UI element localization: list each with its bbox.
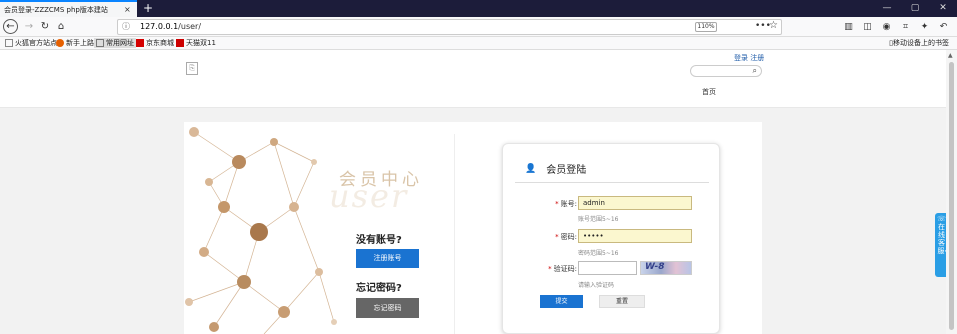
mobile-bookmarks[interactable]: ▯移动设备上的书签 bbox=[889, 38, 949, 48]
window-controls: — ▢ ✕ bbox=[873, 0, 957, 17]
browser-titlebar: 会员登录-ZZZCMS php版本建站 × + — ▢ ✕ bbox=[0, 0, 957, 17]
search-input[interactable]: ⌕ bbox=[690, 65, 762, 77]
forgot-heading: 忘记密码? bbox=[356, 283, 402, 294]
forward-icon[interactable]: → bbox=[21, 19, 37, 35]
minimize-button[interactable]: — bbox=[873, 0, 901, 17]
forgot-password-button[interactable]: 忘记密码 bbox=[356, 298, 419, 318]
folder-icon bbox=[5, 39, 13, 47]
login-title: 会员登陆 bbox=[546, 165, 587, 176]
browser-navbar: ← → ↻ ⌂ ⓘ 127.0.0.1/user/ 110% ••• ☆ ▥ ◫… bbox=[0, 17, 957, 37]
submit-button[interactable]: 提交 bbox=[540, 295, 583, 308]
bookmarks-bar: 火狐官方站点 新手上路 常用网址 京东商城 天猫双11 ▯移动设备上的书签 bbox=[0, 37, 957, 50]
page-scrollbar[interactable]: ▲ bbox=[946, 50, 957, 334]
service-icon: ☏ bbox=[937, 215, 946, 223]
account-hint: 账号范围5~16 bbox=[578, 216, 619, 223]
login-register-links[interactable]: 登录 注册 bbox=[734, 53, 764, 63]
sidebar-icon[interactable]: ◫ bbox=[861, 19, 874, 35]
home-icon[interactable]: ⌂ bbox=[53, 19, 69, 35]
url-bar[interactable]: ⓘ 127.0.0.1/user/ 110% ••• ☆ bbox=[117, 19, 782, 35]
library-icon[interactable]: ▥ bbox=[842, 19, 855, 35]
panel-divider bbox=[454, 134, 455, 334]
captcha-input[interactable] bbox=[578, 261, 637, 275]
heading-divider bbox=[515, 182, 709, 183]
new-tab-button[interactable]: + bbox=[141, 1, 155, 15]
screenshot-icon[interactable]: ⌗ bbox=[899, 19, 912, 35]
account-input[interactable]: admin bbox=[578, 196, 692, 210]
login-heading: 👤 会员登陆 bbox=[525, 161, 587, 177]
maximize-button[interactable]: ▢ bbox=[901, 0, 929, 17]
bookmark-star-icon[interactable]: ☆ bbox=[769, 20, 778, 31]
no-account-heading: 没有账号? bbox=[356, 235, 402, 246]
scrollbar-thumb[interactable] bbox=[949, 62, 954, 330]
password-label: * 密码: bbox=[555, 233, 577, 241]
jd-icon bbox=[136, 39, 144, 47]
reset-button[interactable]: 重置 bbox=[599, 295, 645, 308]
scroll-up-icon[interactable]: ▲ bbox=[948, 52, 953, 59]
captcha-label: * 验证码: bbox=[548, 265, 577, 273]
account-label: * 账号: bbox=[555, 200, 577, 208]
tab-title: 会员登录-ZZZCMS php版本建站 bbox=[4, 5, 108, 14]
member-center-art: user 会员中心 没有账号? 注册账号 忘记密码? 忘记密码 bbox=[184, 122, 454, 334]
bookmark-item[interactable]: 火狐官方站点 bbox=[5, 38, 57, 48]
bookmark-item[interactable]: 新手上路 bbox=[56, 38, 94, 48]
password-hint: 密码范围5~16 bbox=[578, 250, 619, 257]
login-form: 👤 会员登陆 * 账号: admin 账号范围5~16 * 密码: ••••• 密码… bbox=[502, 143, 720, 334]
close-window-button[interactable]: ✕ bbox=[929, 0, 957, 17]
bookmark-item[interactable]: 天猫双11 bbox=[176, 38, 216, 48]
tmall-icon bbox=[176, 39, 184, 47]
toolbar-icons: ▥ ◫ ◉ ⌗ ✦ ↶ ● ≡ bbox=[842, 19, 957, 35]
captcha-hint: 请输入验证码 bbox=[578, 282, 615, 289]
url-text[interactable]: 127.0.0.1/user/ bbox=[140, 22, 201, 31]
register-button[interactable]: 注册账号 bbox=[356, 249, 419, 268]
page-content: ⎘ 登录 注册 ⌕ 首页 user 会员中心 没有账号? 注册账号 忘记密码? … bbox=[0, 50, 949, 334]
folder-icon bbox=[96, 39, 104, 47]
reload-icon[interactable]: ↻ bbox=[37, 19, 53, 35]
site-info-icon[interactable]: ⓘ bbox=[122, 21, 130, 32]
site-header: ⎘ 登录 注册 ⌕ 首页 bbox=[0, 50, 946, 108]
undo-icon[interactable]: ↶ bbox=[937, 19, 950, 35]
zoom-level[interactable]: 110% bbox=[695, 22, 717, 32]
browser-tab[interactable]: 会员登录-ZZZCMS php版本建站 × bbox=[0, 0, 137, 17]
bookmark-item[interactable]: 常用网址 bbox=[94, 38, 136, 48]
account-icon[interactable]: ◉ bbox=[880, 19, 893, 35]
member-center-title: 会员中心 bbox=[339, 170, 423, 190]
user-icon: 👤 bbox=[525, 163, 537, 174]
firefox-icon bbox=[56, 39, 64, 47]
extension-icon[interactable]: ✦ bbox=[918, 19, 931, 35]
login-panel: user 会员中心 没有账号? 注册账号 忘记密码? 忘记密码 👤 会员登陆 *… bbox=[184, 122, 762, 334]
back-icon[interactable]: ← bbox=[3, 19, 18, 34]
tab-close-icon[interactable]: × bbox=[124, 5, 131, 14]
password-input[interactable]: ••••• bbox=[578, 229, 692, 243]
nav-home-link[interactable]: 首页 bbox=[702, 87, 716, 97]
bookmark-item[interactable]: 京东商城 bbox=[136, 38, 174, 48]
captcha-image[interactable]: W-8 bbox=[640, 261, 692, 275]
search-icon[interactable]: ⌕ bbox=[753, 66, 757, 76]
logo-image[interactable]: ⎘ bbox=[186, 62, 198, 75]
